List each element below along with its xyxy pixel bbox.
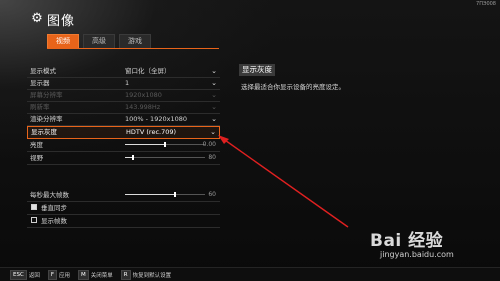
- hint-label: 应用: [59, 272, 71, 279]
- setting-render-resolution[interactable]: 渲染分辨率 100% - 1920x1080 ⌄: [27, 114, 220, 126]
- info-panel-description: 选择最适合你显示设备的亮度设定。: [241, 83, 345, 91]
- tab-underline: [47, 48, 219, 49]
- setting-label: 视野: [30, 154, 43, 162]
- setting-brightness[interactable]: 亮度 0.00: [27, 139, 220, 152]
- chevron-down-icon: ⌄: [211, 79, 217, 87]
- slider-fill: [125, 194, 175, 195]
- page-title: 图像: [47, 13, 76, 29]
- hint-apply[interactable]: F 应用: [47, 269, 71, 280]
- watermark-logo: Bai 经验: [370, 231, 444, 251]
- vsync-checkbox[interactable]: [31, 204, 37, 210]
- setting-show-fps[interactable]: 显示帧数: [27, 215, 220, 228]
- gear-icon: ⚙: [31, 11, 43, 26]
- setting-label: 亮度: [30, 141, 43, 149]
- setting-label: 垂直同步: [41, 204, 67, 212]
- setting-vsync[interactable]: 垂直同步: [27, 202, 220, 215]
- setting-label: 显示帧数: [41, 217, 67, 225]
- chevron-down-icon: ⌄: [211, 91, 217, 99]
- tab-game[interactable]: 游戏: [119, 34, 151, 49]
- hint-label: 返回: [28, 272, 40, 279]
- key-cap: R: [120, 269, 131, 280]
- slider-value: 0.00: [202, 141, 216, 148]
- chevron-down-icon: ⌄: [210, 128, 216, 136]
- slider-value: 60: [208, 191, 216, 198]
- setting-label: 渲染分辨率: [30, 115, 63, 123]
- tab-video[interactable]: 视频: [47, 34, 79, 49]
- video-settings-list: 显示模式 窗口化（全屏） ⌄ 显示器 1 ⌄ 屏幕分辨率 1920x1080 ⌄…: [27, 66, 220, 165]
- max-fps-slider[interactable]: [125, 192, 205, 197]
- setting-value: 1: [125, 79, 130, 87]
- setting-display-gamma[interactable]: 显示灰度 HDTV (rec.709) ⌄: [27, 126, 220, 139]
- build-label: 7ПЭ008: [476, 1, 496, 7]
- chevron-down-icon: ⌄: [211, 115, 217, 123]
- setting-max-fps[interactable]: 每秒最大帧数 60: [27, 189, 220, 202]
- setting-label: 显示器: [30, 79, 50, 87]
- setting-label: 每秒最大帧数: [30, 191, 69, 199]
- watermark-url: jingyan.baidu.com: [380, 250, 454, 259]
- setting-screen-resolution: 屏幕分辨率 1920x1080 ⌄: [27, 90, 220, 102]
- bottom-hint-bar: ESC 返回 F 应用 M 关闭菜单 R 恢复到默认设置: [0, 267, 500, 281]
- key-cap: ESC: [10, 269, 27, 280]
- page-header: ⚙ 图像: [30, 9, 75, 29]
- setting-value: HDTV (rec.709): [126, 128, 177, 136]
- setting-label: 显示灰度: [31, 128, 57, 136]
- setting-label: 刷新率: [30, 103, 50, 111]
- setting-value: 窗口化（全屏）: [125, 67, 171, 75]
- key-cap: F: [47, 269, 57, 280]
- hint-label: 关闭菜单: [90, 272, 113, 279]
- show-fps-checkbox[interactable]: [31, 217, 37, 223]
- setting-label: 屏幕分辨率: [30, 91, 63, 99]
- setting-value: 100% - 1920x1080: [125, 115, 187, 123]
- watermark: Bai 经验 jingyan.baidu.com: [370, 226, 498, 266]
- tab-bar: 视频 高级 游戏: [47, 34, 151, 49]
- key-cap: M: [78, 269, 89, 280]
- tab-advanced[interactable]: 高级: [83, 34, 115, 49]
- setting-fov[interactable]: 视野 80: [27, 152, 220, 165]
- hint-close-menu[interactable]: M 关闭菜单: [78, 269, 113, 280]
- framerate-settings-list: 每秒最大帧数 60 垂直同步 显示帧数: [27, 189, 220, 228]
- setting-label: 显示模式: [30, 67, 56, 75]
- info-panel-title: 显示灰度: [239, 64, 275, 76]
- hint-label: 恢复到默认设置: [132, 272, 172, 279]
- chevron-down-icon: ⌄: [211, 67, 217, 75]
- setting-display-mode[interactable]: 显示模式 窗口化（全屏） ⌄: [27, 66, 220, 78]
- slider-handle[interactable]: [164, 142, 166, 147]
- slider-value: 80: [208, 154, 216, 161]
- setting-value: 1920x1080: [125, 91, 162, 99]
- slider-fill: [125, 144, 165, 145]
- setting-monitor[interactable]: 显示器 1 ⌄: [27, 78, 220, 90]
- chevron-down-icon: ⌄: [211, 103, 217, 111]
- slider-handle[interactable]: [174, 192, 176, 197]
- setting-value: 143.998Hz: [125, 103, 161, 111]
- hint-back[interactable]: ESC 返回: [10, 269, 40, 280]
- fov-slider[interactable]: [125, 155, 205, 160]
- hint-restore-defaults[interactable]: R 恢复到默认设置: [120, 269, 172, 280]
- slider-handle[interactable]: [132, 155, 134, 160]
- setting-refresh-rate: 刷新率 143.998Hz ⌄: [27, 102, 220, 114]
- brightness-slider[interactable]: [125, 142, 205, 147]
